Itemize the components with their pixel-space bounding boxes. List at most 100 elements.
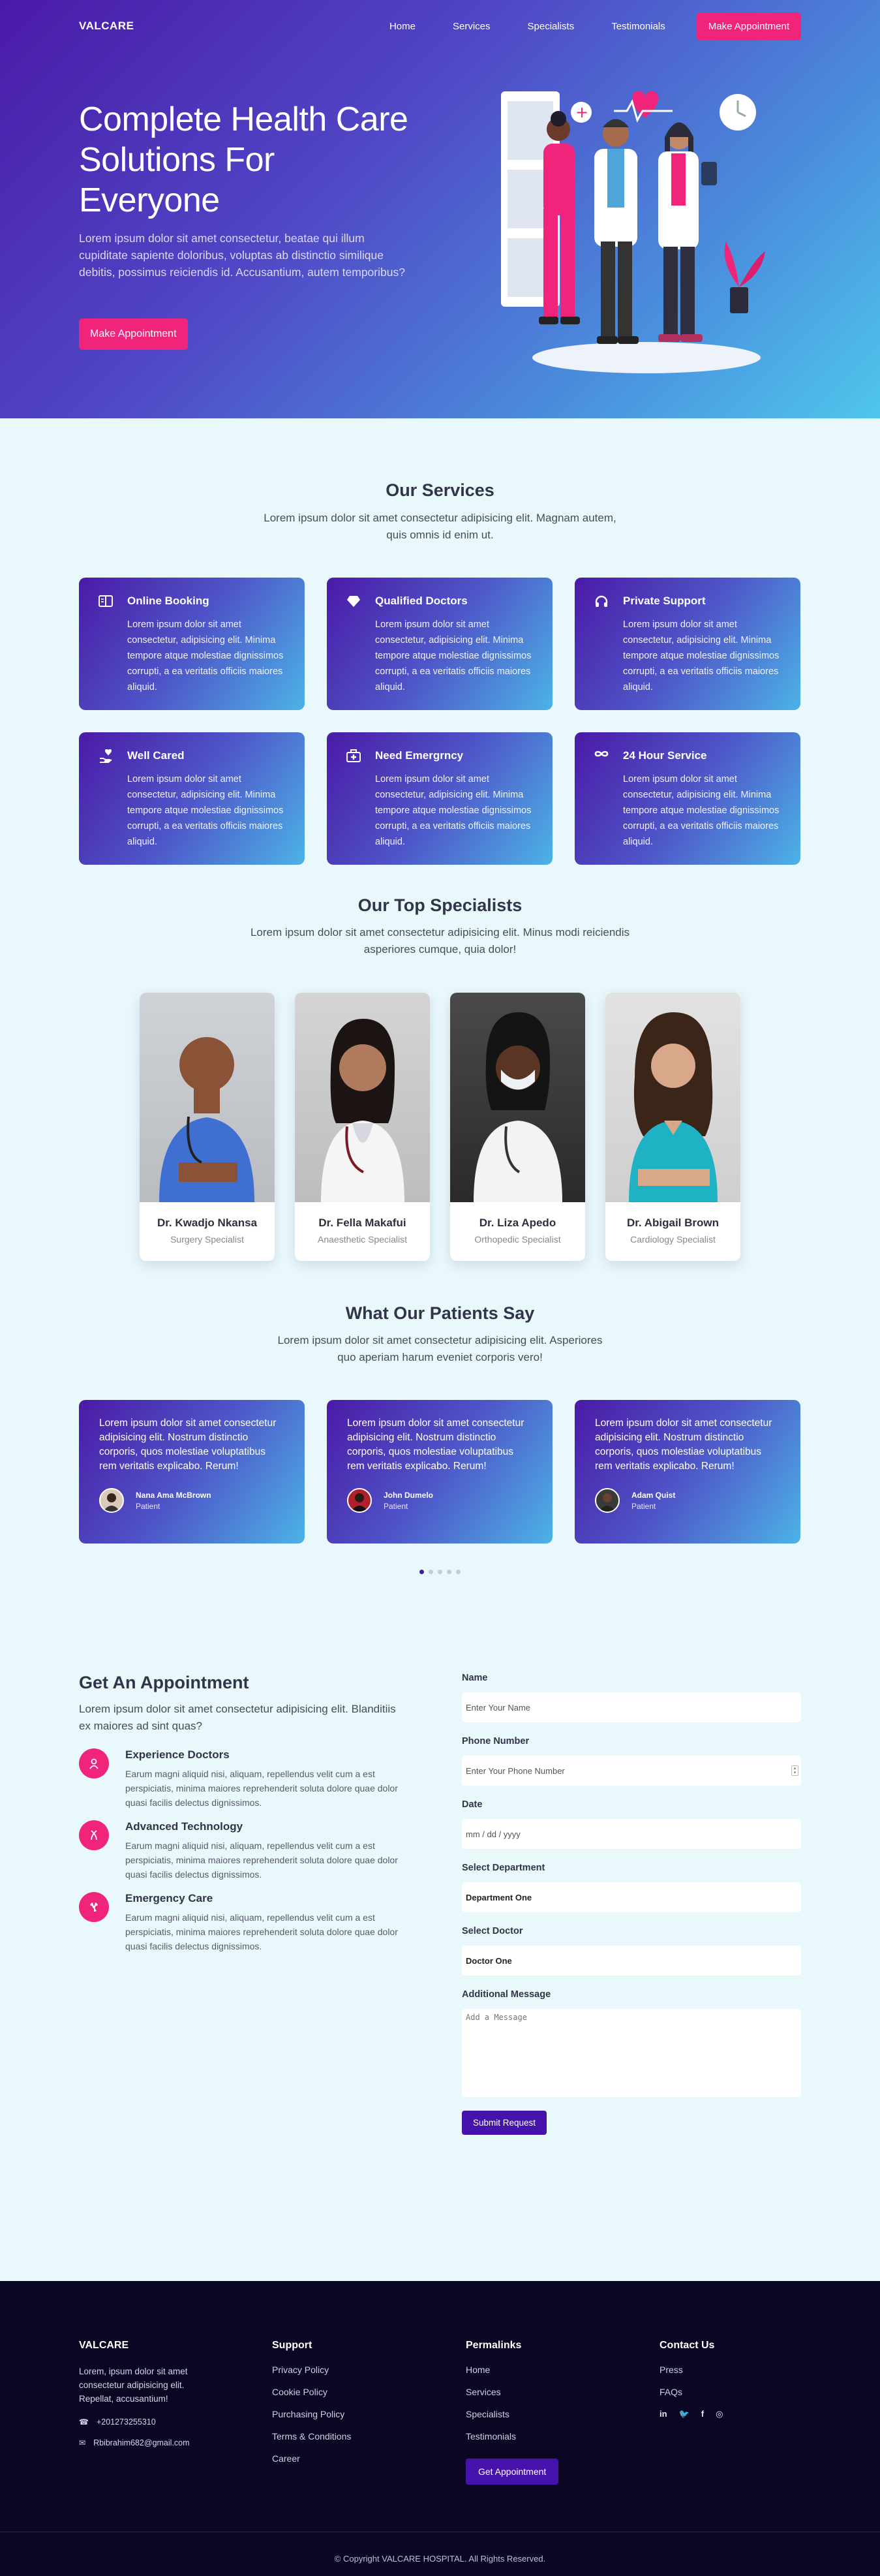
- service-card: Qualified Doctors Lorem ipsum dolor sit a…: [327, 578, 553, 710]
- doctor-name: Dr. Kwadjo Nkansa: [157, 1217, 258, 1229]
- brand-logo[interactable]: VALCARE: [79, 20, 134, 33]
- carousel-dot[interactable]: [456, 1570, 461, 1574]
- doctor-photo: [295, 993, 430, 1202]
- book-icon: [97, 595, 114, 612]
- diamond-icon: [345, 595, 362, 612]
- testimonials-title: What Our Patients Say: [345, 1303, 535, 1323]
- testimonials-subtitle: Lorem ipsum dolor sit amet consectetur a…: [277, 1334, 603, 1363]
- services-title: Our Services: [386, 480, 494, 500]
- submit-request-button[interactable]: Submit Request: [462, 2111, 547, 2135]
- doctor-card[interactable]: Dr. Fella Makafui Anaesthetic Specialist: [295, 993, 430, 1261]
- service-title: Qualified Doctors: [375, 595, 468, 607]
- footer-link-specialists[interactable]: Specialists: [466, 2409, 558, 2419]
- testimonial-text: Lorem ipsum dolor sit amet consectetur a…: [99, 1418, 277, 1472]
- patient-name: John Dumelo: [384, 1490, 434, 1500]
- hero-text: Lorem ipsum dolor sit amet consectetur, …: [79, 232, 405, 279]
- date-label: Date: [462, 1799, 483, 1810]
- doctor-role: Anaesthetic Specialist: [318, 1234, 407, 1245]
- testimonial-card: Lorem ipsum dolor sit amet consectetur a…: [575, 1400, 800, 1544]
- footer-about-text: Lorem, ipsum dolor sit amet consectetur …: [79, 2367, 188, 2404]
- service-card: Online Booking Lorem ipsum dolor sit amet…: [79, 578, 305, 710]
- footer-link-cookie[interactable]: Cookie Policy: [272, 2387, 351, 2397]
- infinity-icon: [593, 749, 610, 766]
- site-footer: VALCARE Lorem, ipsum dolor sit amet cons…: [0, 2281, 880, 2576]
- footer-about: VALCARE Lorem, ipsum dolor sit amet cons…: [79, 2340, 219, 2447]
- twitter-icon[interactable]: 🐦: [679, 2409, 690, 2419]
- doctor-select[interactable]: Doctor One: [462, 1946, 801, 1976]
- service-title: Online Booking: [127, 595, 209, 607]
- patient-name: Nana Ama McBrown: [136, 1490, 211, 1500]
- carousel-dot[interactable]: [429, 1570, 433, 1574]
- doctor-icon: [79, 1748, 109, 1778]
- feature-text: Earum magni aliquid nisi, aliquam, repel…: [125, 1912, 398, 1951]
- instagram-icon[interactable]: ◎: [716, 2409, 723, 2419]
- nav-link-specialists[interactable]: Specialists: [528, 21, 575, 32]
- radiation-icon: [79, 1892, 109, 1922]
- doctor-card[interactable]: Dr. Kwadjo Nkansa Surgery Specialist: [140, 993, 275, 1261]
- service-text: Lorem ipsum dolor sit amet consectetur, …: [623, 619, 780, 692]
- testimonial-cards: Lorem ipsum dolor sit amet consectetur a…: [79, 1400, 801, 1544]
- name-input[interactable]: Enter Your Name: [462, 1692, 801, 1722]
- nav-make-appointment-button[interactable]: Make Appointment: [696, 12, 801, 40]
- number-spinner-icon[interactable]: ▴ ▾: [791, 1765, 798, 1776]
- headset-icon: [593, 595, 610, 612]
- services-subtitle: Lorem ipsum dolor sit amet consectetur a…: [264, 512, 616, 541]
- department-field-group: Select Department Department One: [462, 1863, 801, 1912]
- linkedin-icon[interactable]: in: [660, 2409, 667, 2419]
- footer-link-terms[interactable]: Terms & Conditions: [272, 2431, 351, 2442]
- testimonial-user: Nana Ama McBrown Patient: [99, 1488, 284, 1513]
- phone-placeholder: Enter Your Phone Number: [466, 1765, 565, 1776]
- appointment-lead: Lorem ipsum dolor sit amet consectetur a…: [79, 1703, 396, 1732]
- carousel-dot[interactable]: [447, 1570, 451, 1574]
- date-input[interactable]: mm / dd / yyyy: [462, 1819, 801, 1849]
- doctor-role: Cardiology Specialist: [630, 1234, 716, 1245]
- footer-link-privacy[interactable]: Privacy Policy: [272, 2365, 351, 2375]
- service-card: Private Support Lorem ipsum dolor sit ame…: [575, 578, 800, 710]
- footer-support-title: Support: [272, 2340, 312, 2351]
- footer-link-press[interactable]: Press: [660, 2365, 723, 2375]
- footer-email[interactable]: ✉ Rbibrahim682@gmail.com: [79, 2438, 219, 2447]
- carousel-dot[interactable]: [419, 1570, 424, 1574]
- phone-input[interactable]: Enter Your Phone Number ▴ ▾: [462, 1756, 801, 1786]
- nav-link-home[interactable]: Home: [389, 21, 416, 32]
- doctor-name: Dr. Liza Apedo: [479, 1217, 556, 1229]
- feature-item: Emergency Care Earum magni aliquid nisi, …: [79, 1892, 406, 1953]
- appointment-title: Get An Appointment: [79, 1673, 249, 1692]
- doctor-field-group: Select Doctor Doctor One: [462, 1926, 801, 1976]
- appointment-section: Get An Appointment Lorem ipsum dolor sit…: [0, 1673, 880, 2281]
- doctor-card[interactable]: Dr. Liza Apedo Orthopedic Specialist: [450, 993, 585, 1261]
- footer-link-home[interactable]: Home: [466, 2365, 558, 2375]
- testimonial-text: Lorem ipsum dolor sit amet consectetur a…: [595, 1418, 772, 1472]
- carousel-dot[interactable]: [438, 1570, 442, 1574]
- footer-contact-title: Contact Us: [660, 2340, 715, 2351]
- footer-link-purchasing[interactable]: Purchasing Policy: [272, 2409, 351, 2419]
- footer-get-appointment-button[interactable]: Get Appointment: [466, 2459, 559, 2485]
- top-navbar: VALCARE Home Services Specialists Testim…: [0, 0, 880, 52]
- doctor-photo: [450, 993, 585, 1202]
- department-select[interactable]: Department One: [462, 1882, 801, 1912]
- facebook-icon[interactable]: f: [701, 2409, 704, 2419]
- doctor-photo: [140, 993, 275, 1202]
- footer-link-services[interactable]: Services: [466, 2387, 558, 2397]
- service-card: Well Cared Lorem ipsum dolor sit amet con…: [79, 732, 305, 865]
- message-textarea[interactable]: [462, 2009, 801, 2097]
- hero-make-appointment-button[interactable]: Make Appointment: [79, 318, 188, 350]
- service-title: Well Cared: [127, 749, 185, 762]
- doctor-name: Dr. Abigail Brown: [626, 1217, 720, 1229]
- feature-text: Earum magni aliquid nisi, aliquam, repel…: [125, 1840, 398, 1880]
- footer-phone[interactable]: ☎ +201273255310: [79, 2417, 219, 2427]
- feature-item: Experience Doctors Earum magni aliquid ni…: [79, 1748, 406, 1810]
- feature-text: Earum magni aliquid nisi, aliquam, repel…: [125, 1769, 398, 1808]
- nav-link-services[interactable]: Services: [453, 21, 491, 32]
- services-section: Our Services Lorem ipsum dolor sit amet …: [0, 418, 880, 895]
- footer-link-testimonials[interactable]: Testimonials: [466, 2431, 558, 2442]
- phone-label: Phone Number: [462, 1736, 530, 1746]
- footer-permalinks: Permalinks Home Services Specialists Tes…: [466, 2340, 559, 2485]
- nav-link-testimonials[interactable]: Testimonials: [611, 21, 665, 32]
- footer-link-career[interactable]: Career: [272, 2453, 351, 2464]
- avatar: [595, 1488, 620, 1513]
- carousel-dots: [79, 1570, 801, 1574]
- svg-text:+: +: [575, 103, 588, 121]
- doctor-card[interactable]: Dr. Abigail Brown Cardiology Specialist: [605, 993, 740, 1261]
- footer-link-faqs[interactable]: FAQs: [660, 2387, 723, 2397]
